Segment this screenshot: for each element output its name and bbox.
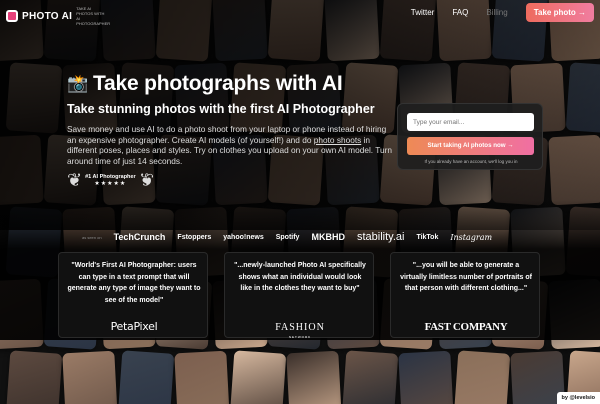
start-taking-photos-button[interactable]: Start taking AI photos now → [407,137,534,155]
email-input[interactable] [407,113,534,131]
stability-ai-logo: stability.ai [356,231,405,243]
login-note: If you already have an account, we'll lo… [424,159,518,164]
petapixel-logo: PetaPixel [110,320,158,333]
page-title-text: Take photographs with AI [92,72,343,95]
award-badge: ❦ #1 AI Photographer ★★★★★ ❦ [67,170,154,191]
quote-card: "...newly-launched Photo AI specifically… [224,252,375,339]
techcrunch-logo: TechCrunch [113,232,166,242]
photo-tile [398,350,454,404]
hero: 📸 Take photographs with AI Take stunning… [67,72,397,190]
brand-tagline: TAKE AI PHOTOS WITH AI PHOTOGRAPHER [76,6,111,26]
mkbhd-logo: MKBHD [311,232,345,242]
brand-name: PHOTO AI [22,10,73,22]
instagram-logo: Instagram [450,232,493,242]
photo-tile [5,350,63,404]
press-quotes: "World's First AI Photographer: users ca… [58,252,540,339]
page-title: 📸 Take photographs with AI [67,72,397,96]
press-logos: as seen on TechCrunch Fstoppers yahoo!ne… [82,231,492,243]
quote-source: FASHION NETWORK [225,317,375,339]
photo-tile [174,350,230,404]
nav-twitter[interactable]: Twitter [411,8,435,17]
nav-billing[interactable]: Billing [486,8,507,17]
fashion-network-logo: FASHION [275,322,325,333]
laurel-right-icon: ❦ [138,170,154,190]
photo-shoots-link[interactable]: photo shoots [314,135,362,145]
yahoo-news-logo: yahoo!news [223,233,264,241]
photo-tile [229,350,287,404]
quote-card: "...you will be able to generate a virtu… [390,252,540,338]
logo[interactable]: PHOTO AI TAKE AI PHOTOS WITH AI PHOTOGRA… [6,6,111,26]
laurel-left-icon: ❦ [67,170,83,190]
hero-description: Save money and use AI to do a photo shoo… [67,124,397,166]
camera-logo-icon [6,10,18,22]
page-subtitle: Take stunning photos with the first AI P… [67,102,375,116]
photo-tile [117,350,175,404]
quote-card: "World's First AI Photographer: users ca… [58,252,208,338]
fashion-network-sub: NETWORK [288,335,312,339]
quote-source: FAST COMPANY [391,317,541,335]
tiktok-logo: TikTok [416,233,439,241]
creator-credit[interactable]: by @levelsio [556,392,600,404]
fast-company-logo: FAST COMPANY [424,321,508,333]
header: PHOTO AI TAKE AI PHOTOS WITH AI PHOTOGRA… [0,0,600,26]
spotify-logo: Spotify [275,233,300,241]
photo-tile [286,350,342,404]
photo-tile [62,350,118,404]
as-seen-on-label: as seen on [82,234,102,240]
nav-faq[interactable]: FAQ [452,8,468,17]
take-photo-button[interactable]: Take photo → [525,3,594,22]
camera-flash-icon: 📸 [67,74,88,93]
top-nav: Twitter FAQ Billing Take photo → [411,3,594,22]
quote-text: "...you will be able to generate a virtu… [400,262,532,292]
quote-text: "...newly-launched Photo AI specifically… [234,262,366,292]
signup-card: Start taking AI photos now → If you alre… [397,103,543,170]
quote-text: "World's First AI Photographer: users ca… [67,262,201,304]
quote-source: PetaPixel [59,317,209,335]
fstoppers-logo: Fstoppers [177,233,212,241]
photo-tile [341,350,399,404]
star-rating: ★★★★★ [94,181,127,187]
photo-tile [453,350,511,404]
